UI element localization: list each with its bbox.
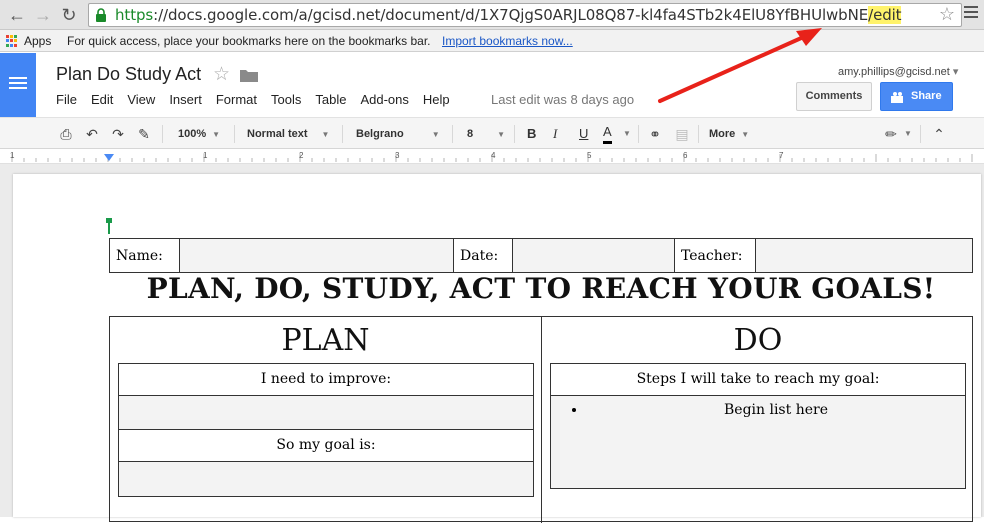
- paint-format-icon[interactable]: ✎: [136, 126, 152, 142]
- toolbar-divider: [920, 125, 921, 143]
- address-bar[interactable]: https://docs.google.com/a/gcisd.net/docu…: [88, 3, 962, 27]
- name-label: Name:: [109, 238, 180, 273]
- menu-view[interactable]: View: [127, 92, 155, 107]
- ruler-number: 2: [299, 151, 304, 160]
- toolbar-divider: [342, 125, 343, 143]
- ruler-number: 4: [491, 151, 496, 160]
- steps-label: Steps I will take to reach my goal:: [551, 364, 965, 396]
- undo-icon[interactable]: ↶: [84, 126, 100, 142]
- document-page[interactable]: Name: Date: Teacher: PLAN, DO, STUDY, AC…: [13, 174, 981, 523]
- ruler-number: 1: [203, 151, 208, 160]
- indent-marker[interactable]: [104, 154, 114, 161]
- toolbar-divider: [234, 125, 235, 143]
- main-heading: PLAN, DO, STUDY, ACT TO REACH YOUR GOALS…: [146, 272, 936, 305]
- reload-icon[interactable]: ↻: [58, 4, 80, 26]
- menu-insert[interactable]: Insert: [169, 92, 202, 107]
- import-bookmarks-link[interactable]: Import bookmarks now...: [442, 34, 573, 48]
- font-size-select[interactable]: 8 ▼: [467, 124, 505, 144]
- improve-field[interactable]: [119, 396, 533, 430]
- ruler-number: 1: [10, 151, 15, 160]
- ruler[interactable]: 1 1 2 3 4 5 6 7: [0, 150, 984, 164]
- docs-home-icon[interactable]: [0, 53, 36, 117]
- date-field[interactable]: [512, 238, 675, 273]
- link-icon[interactable]: ⚭: [647, 126, 663, 142]
- bookmarks-hint: For quick access, place your bookmarks h…: [67, 34, 431, 48]
- ruler-number: 5: [587, 151, 592, 160]
- date-label: Date:: [453, 238, 513, 273]
- menu-addons[interactable]: Add-ons: [360, 92, 408, 107]
- browser-toolbar: ← → ↻ https://docs.google.com/a/gcisd.ne…: [0, 0, 984, 30]
- improve-label: I need to improve:: [119, 364, 533, 396]
- folder-icon[interactable]: [240, 68, 258, 82]
- menu-tools[interactable]: Tools: [271, 92, 301, 107]
- editing-mode-caret-icon[interactable]: ▼: [904, 124, 912, 144]
- toolbar-divider: [452, 125, 453, 143]
- bullet-item[interactable]: Begin list here: [587, 402, 965, 418]
- menu-edit[interactable]: Edit: [91, 92, 113, 107]
- share-people-icon: [891, 92, 903, 103]
- url-text: https://docs.google.com/a/gcisd.net/docu…: [115, 6, 902, 24]
- goal-label: So my goal is:: [119, 430, 533, 462]
- document-canvas: Name: Date: Teacher: PLAN, DO, STUDY, AC…: [0, 164, 984, 523]
- menu-help[interactable]: Help: [423, 92, 450, 107]
- toolbar-divider: [162, 125, 163, 143]
- student-info-table: Name: Date: Teacher:: [109, 238, 973, 273]
- ruler-number: 3: [395, 151, 400, 160]
- forward-icon[interactable]: →: [32, 4, 54, 26]
- menu-format[interactable]: Format: [216, 92, 257, 107]
- toolbar-divider: [514, 125, 515, 143]
- do-column: DO Steps I will take to reach my goal: B…: [542, 317, 974, 523]
- docs-header: Plan Do Study Act ☆ File Edit View Inser…: [0, 53, 984, 117]
- chrome-menu-icon[interactable]: [964, 6, 978, 20]
- do-inner-table: Steps I will take to reach my goal: Begi…: [550, 363, 966, 489]
- apps-link[interactable]: Apps: [24, 34, 51, 48]
- bookmark-star-icon[interactable]: ☆: [939, 4, 955, 25]
- menu-file[interactable]: File: [56, 92, 77, 107]
- collapse-chevron-icon[interactable]: ⌃: [931, 126, 947, 142]
- underline-button[interactable]: U: [579, 124, 588, 144]
- teacher-label: Teacher:: [674, 238, 756, 273]
- menu-bar: File Edit View Insert Format Tools Table…: [56, 92, 464, 107]
- account-email[interactable]: amy.phillips@gcisd.net: [838, 65, 958, 78]
- toolbar-divider: [698, 125, 699, 143]
- url-highlight: /edit: [868, 6, 902, 24]
- toolbar-divider: [638, 125, 639, 143]
- apps-grid-icon[interactable]: [6, 35, 18, 47]
- bold-button[interactable]: B: [527, 124, 536, 144]
- document-title[interactable]: Plan Do Study Act: [56, 64, 201, 85]
- steps-field[interactable]: Begin list here: [551, 396, 965, 488]
- font-select[interactable]: Belgrano ▼: [356, 124, 440, 144]
- plan-column: PLAN I need to improve: So my goal is:: [110, 317, 542, 523]
- zoom-select[interactable]: 100% ▼: [178, 124, 220, 144]
- teacher-field[interactable]: [755, 238, 973, 273]
- more-button[interactable]: More ▼: [709, 124, 749, 144]
- plan-inner-table: I need to improve: So my goal is:: [118, 363, 534, 497]
- text-cursor: [106, 218, 112, 234]
- ruler-number: 6: [683, 151, 688, 160]
- ruler-number: 7: [779, 151, 784, 160]
- paragraph-style-select[interactable]: Normal text ▼: [247, 124, 329, 144]
- comments-button[interactable]: Comments: [796, 82, 872, 111]
- bookmarks-bar: Apps For quick access, place your bookma…: [0, 30, 984, 52]
- pdsa-table: PLAN I need to improve: So my goal is: D…: [109, 316, 974, 523]
- menu-table[interactable]: Table: [315, 92, 346, 107]
- name-field[interactable]: [179, 238, 454, 273]
- plan-title: PLAN: [281, 323, 370, 358]
- goal-field[interactable]: [119, 462, 533, 496]
- text-color-caret-icon[interactable]: ▼: [623, 124, 631, 144]
- last-edit-status[interactable]: Last edit was 8 days ago: [491, 92, 634, 107]
- star-icon[interactable]: ☆: [213, 63, 230, 86]
- print-icon[interactable]: ⎙: [58, 126, 74, 142]
- do-title: DO: [733, 323, 783, 358]
- formatting-toolbar: ⎙ ↶ ↷ ✎ 100% ▼ Normal text ▼ Belgrano ▼ 8 ▼ …: [0, 117, 984, 149]
- text-color-button[interactable]: A: [603, 124, 612, 144]
- share-label: Share: [911, 90, 942, 102]
- back-icon[interactable]: ←: [6, 4, 28, 26]
- italic-button[interactable]: I: [553, 124, 557, 144]
- share-button[interactable]: Share: [880, 82, 953, 111]
- lock-icon: [96, 8, 106, 22]
- redo-icon[interactable]: ↷: [110, 126, 126, 142]
- comment-icon[interactable]: ▤: [674, 126, 690, 142]
- editing-mode-pencil-icon[interactable]: ✏: [883, 126, 899, 142]
